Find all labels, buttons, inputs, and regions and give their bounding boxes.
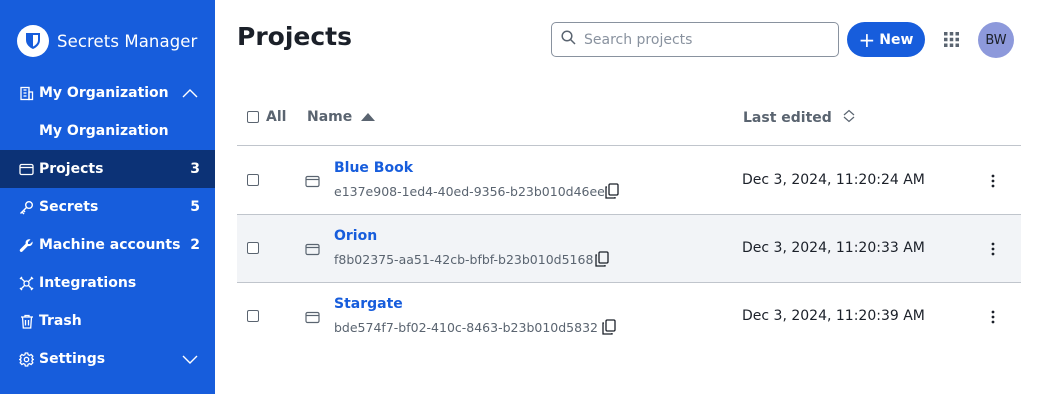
project-id: bde574f7-bf02-410c-8463-b23b010d5832: [334, 320, 598, 335]
building-icon: [19, 86, 34, 101]
page-title: Projects: [237, 22, 353, 51]
sidebar-item-settings[interactable]: Settings: [0, 340, 215, 378]
brand-name: Secrets Manager: [57, 31, 198, 51]
sidebar-item-label: Settings: [39, 351, 106, 367]
sort-ascending-icon: [361, 109, 376, 125]
row-options-kebab-icon[interactable]: [989, 308, 997, 326]
table-row[interactable]: Blue Book e137e908-1ed4-40ed-9356-b23b01…: [237, 147, 1021, 215]
last-edited: Dec 3, 2024, 11:20:24 AM: [742, 172, 925, 188]
row-options-kebab-icon[interactable]: [989, 240, 997, 258]
sort-unsorted-icon: [842, 109, 856, 127]
sidebar-item-label: Secrets: [39, 199, 99, 215]
brand[interactable]: Secrets Manager: [17, 25, 197, 57]
key-icon: [19, 200, 34, 215]
sidebar-item-organization[interactable]: My Organization: [0, 74, 215, 112]
sidebar-item-label: Integrations: [39, 275, 137, 291]
last-edited: Dec 3, 2024, 11:20:33 AM: [742, 240, 925, 256]
row-checkbox[interactable]: [247, 310, 259, 322]
trash-icon: [19, 314, 34, 329]
secrets-count: 5: [190, 199, 200, 215]
project-name-link[interactable]: Orion: [334, 228, 377, 244]
bitwarden-shield-logo-icon: [17, 25, 49, 57]
last-edited: Dec 3, 2024, 11:20:39 AM: [742, 308, 925, 324]
row-checkbox[interactable]: [247, 242, 259, 254]
project-icon: [305, 173, 320, 192]
sidebar-item-projects[interactable]: Projects 3: [0, 150, 215, 188]
sidebar-item-my-organization[interactable]: My Organization: [0, 112, 215, 150]
sidebar-item-label: My Organization: [39, 123, 169, 139]
machine-accounts-count: 2: [190, 237, 200, 253]
chevron-up-icon[interactable]: [182, 86, 198, 102]
gear-icon: [19, 351, 34, 367]
sidebar-item-label: My Organization: [39, 85, 169, 101]
project-icon: [305, 309, 320, 328]
integrations-icon: [19, 276, 34, 291]
column-header-name[interactable]: Name: [307, 109, 376, 125]
table-header: All Name Last edited: [237, 98, 1021, 146]
sidebar-item-label: Trash: [39, 313, 82, 329]
column-header-last-edited[interactable]: Last edited: [743, 109, 856, 127]
project-icon: [305, 241, 320, 260]
sidebar-item-machine-accounts[interactable]: Machine accounts 2: [0, 226, 215, 264]
new-button[interactable]: + New: [847, 22, 925, 57]
app-switcher-grid-icon[interactable]: [944, 32, 959, 47]
select-all-checkbox[interactable]: [247, 111, 259, 123]
plus-icon: +: [858, 27, 876, 52]
avatar[interactable]: BW: [978, 22, 1014, 58]
projects-icon: [19, 162, 34, 177]
copy-icon[interactable]: [605, 183, 619, 203]
select-all-label: All: [266, 109, 287, 125]
sidebar-item-label: Machine accounts: [39, 237, 181, 253]
sidebar-item-integrations[interactable]: Integrations: [0, 264, 215, 302]
copy-icon[interactable]: [595, 251, 609, 271]
project-id: e137e908-1ed4-40ed-9356-b23b010d46ee: [334, 184, 605, 199]
column-edited-label: Last edited: [743, 110, 832, 126]
row-checkbox[interactable]: [247, 174, 259, 186]
search-icon: [561, 30, 576, 49]
sidebar-item-label: Projects: [39, 161, 104, 177]
sidebar: Secrets Manager My Organization My Organ…: [0, 0, 215, 394]
column-name-label: Name: [307, 109, 353, 125]
copy-icon[interactable]: [602, 319, 616, 339]
search-box[interactable]: [551, 22, 839, 57]
select-all[interactable]: All: [247, 109, 286, 125]
table-row[interactable]: Stargate bde574f7-bf02-410c-8463-b23b010…: [237, 283, 1021, 351]
project-id: f8b02375-aa51-42cb-bfbf-b23b010d5168: [334, 252, 594, 267]
projects-count: 3: [190, 161, 200, 177]
wrench-icon: [19, 238, 34, 253]
row-options-kebab-icon[interactable]: [989, 172, 997, 190]
sidebar-item-trash[interactable]: Trash: [0, 302, 215, 340]
project-name-link[interactable]: Stargate: [334, 296, 403, 312]
sidebar-item-secrets[interactable]: Secrets 5: [0, 188, 215, 226]
table-row[interactable]: Orion f8b02375-aa51-42cb-bfbf-b23b010d51…: [237, 215, 1021, 283]
chevron-down-icon[interactable]: [182, 352, 198, 368]
new-button-label: New: [879, 31, 914, 48]
search-input[interactable]: [584, 31, 824, 48]
project-name-link[interactable]: Blue Book: [334, 160, 413, 176]
